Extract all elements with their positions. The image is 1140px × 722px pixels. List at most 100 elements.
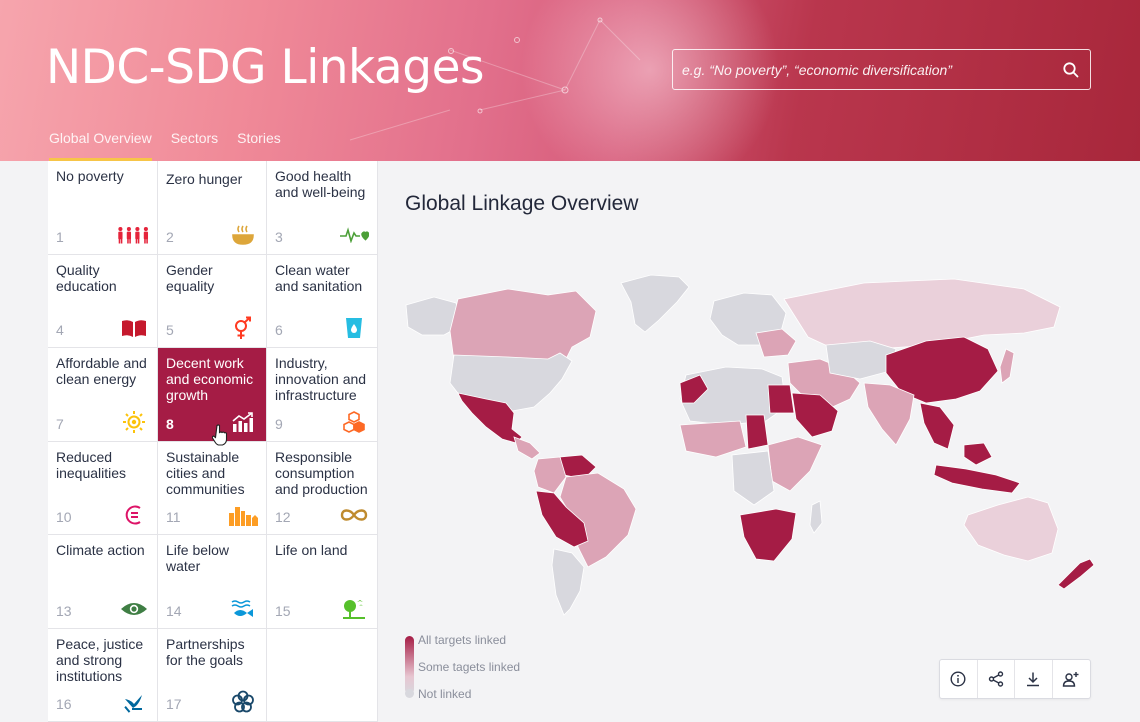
goal-tile-11[interactable]: Sustainable cities and communities 11 xyxy=(158,441,267,535)
goal-tile-12[interactable]: Responsible consumption and production 1… xyxy=(267,441,378,535)
goal-label: Peace, justice and strong institutions xyxy=(56,635,144,684)
region-borneo xyxy=(963,442,993,466)
city-icon xyxy=(226,502,260,528)
search-icon[interactable] xyxy=(1052,51,1090,89)
goal-number: 10 xyxy=(56,509,72,525)
search-box[interactable] xyxy=(672,49,1091,90)
goal-tile-10[interactable]: Reduced inequalities 10 xyxy=(48,441,158,535)
goal-label: Clean water and sanitation xyxy=(275,261,363,294)
region-eastern-europe xyxy=(755,328,797,358)
people-family-icon xyxy=(117,222,151,248)
goal-label: Responsible consumption and production xyxy=(275,448,368,497)
map-toolbar xyxy=(939,659,1091,699)
info-button[interactable] xyxy=(940,660,978,698)
goal-tile-3[interactable]: Good health and well-being 3 xyxy=(267,161,378,255)
share-button[interactable] xyxy=(978,660,1015,698)
food-bowl-icon xyxy=(226,222,260,248)
page-title: Global Linkage Overview xyxy=(405,192,639,215)
tab-sectors[interactable]: Sectors xyxy=(171,130,218,161)
heartbeat-icon xyxy=(337,222,371,248)
main-tabs: Global Overview Sectors Stories xyxy=(49,130,281,161)
goal-number: 8 xyxy=(166,415,174,432)
fish-icon xyxy=(226,596,260,622)
goal-label: Gender equality xyxy=(166,261,215,294)
goal-label: No poverty xyxy=(56,168,124,184)
goal-label: Reduced inequalities xyxy=(56,448,127,481)
goal-label: Good health and well-being xyxy=(275,168,366,200)
region-russia xyxy=(783,278,1061,350)
goal-tile-1[interactable]: No poverty 1 xyxy=(48,161,158,255)
goal-tile-5[interactable]: Gender equality 5 xyxy=(158,254,267,348)
goal-label: Climate action xyxy=(56,542,145,558)
goal-number: 2 xyxy=(166,228,174,245)
map-legend: All targets linked Some tagets linked No… xyxy=(405,633,545,701)
share-icon xyxy=(988,671,1003,687)
world-map xyxy=(405,274,1095,616)
region-greenland xyxy=(620,274,690,333)
goal-label: Life on land xyxy=(275,542,348,558)
region-central-africa xyxy=(731,450,775,506)
legend-not-linked: Not linked xyxy=(418,687,472,701)
goal-number: 3 xyxy=(275,228,283,245)
goal-label: Life below water xyxy=(166,542,230,574)
region-southeast-asia xyxy=(919,402,955,450)
region-japan xyxy=(999,348,1015,384)
goal-tile-17[interactable]: Partnerships for the goals 17 xyxy=(158,628,267,722)
book-icon xyxy=(117,315,151,341)
goal-number: 5 xyxy=(166,322,174,338)
goal-tile-6[interactable]: Clean water and sanitation 6 xyxy=(267,254,378,348)
download-button[interactable] xyxy=(1015,660,1053,698)
app-title: NDC-SDG Linkages xyxy=(46,40,484,95)
region-india xyxy=(863,382,915,446)
goal-tile-4[interactable]: Quality education 4 xyxy=(48,254,158,348)
equality-icon xyxy=(117,502,151,528)
goal-tile-7[interactable]: Affordable and clean energy 7 xyxy=(48,348,158,442)
region-egypt xyxy=(767,384,795,414)
goal-number: 12 xyxy=(275,509,291,525)
search-input[interactable] xyxy=(682,61,1052,78)
goal-number: 6 xyxy=(275,322,283,338)
tab-stories[interactable]: Stories xyxy=(237,130,281,161)
region-east-africa xyxy=(767,436,823,492)
goal-tile-16[interactable]: Peace, justice and strong institutions 1… xyxy=(48,628,158,722)
goal-tile-2[interactable]: Zero hunger 2 xyxy=(158,161,267,255)
goal-number: 15 xyxy=(275,602,291,619)
region-southern-cone xyxy=(551,548,585,616)
download-icon xyxy=(1027,672,1040,687)
tab-global-overview[interactable]: Global Overview xyxy=(49,130,152,161)
header: NDC-SDG Linkages Global Overview Sectors… xyxy=(0,0,1140,161)
water-glass-icon xyxy=(337,315,371,341)
goal-label: Sustainable cities and communities xyxy=(166,448,245,497)
legend-gradient xyxy=(405,636,414,694)
legend-all-linked: All targets linked xyxy=(418,633,507,647)
gender-symbol-icon xyxy=(226,315,260,341)
legend-some-linked: Some tagets linked xyxy=(418,660,521,674)
goal-number: 7 xyxy=(56,415,64,432)
region-west-africa xyxy=(679,420,747,458)
region-australia xyxy=(963,496,1059,562)
add-user-icon xyxy=(1063,672,1079,687)
cubes-icon xyxy=(337,409,371,435)
goal-tile-15[interactable]: Life on land 15 xyxy=(267,535,378,629)
region-indonesia xyxy=(933,464,1021,494)
sun-icon xyxy=(117,409,151,435)
goal-tile-13[interactable]: Climate action 13 xyxy=(48,535,158,629)
hand-cursor-icon xyxy=(212,424,228,446)
region-chad xyxy=(745,414,769,450)
goal-tile-14[interactable]: Life below water 14 xyxy=(158,535,267,629)
goal-tile-9[interactable]: Industry, innovation and infrastructure … xyxy=(267,348,378,442)
info-icon xyxy=(950,671,966,687)
goal-number: 11 xyxy=(166,509,181,525)
infinity-icon xyxy=(337,502,371,528)
goal-number: 4 xyxy=(56,322,64,338)
tree-bird-icon xyxy=(337,596,371,622)
add-user-button[interactable] xyxy=(1053,660,1090,698)
growth-chart-icon xyxy=(226,409,260,435)
goal-number: 17 xyxy=(166,696,182,712)
region-new-zealand xyxy=(1057,558,1095,590)
eye-globe-icon xyxy=(117,596,151,622)
region-madagascar xyxy=(809,500,823,534)
region-colombia xyxy=(533,456,567,494)
goal-label: Zero hunger xyxy=(166,171,243,187)
region-central-america xyxy=(513,436,541,460)
